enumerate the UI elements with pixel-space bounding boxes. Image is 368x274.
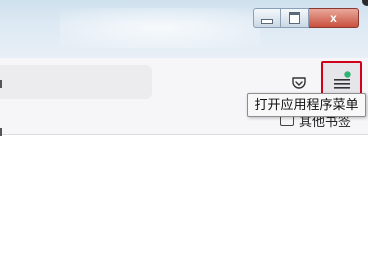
left-edge-mark: [0, 128, 2, 136]
maximize-icon: [289, 12, 300, 24]
pocket-icon: [292, 77, 306, 89]
minimize-button[interactable]: [253, 8, 281, 28]
page-content: [0, 135, 368, 274]
minimize-icon: [261, 18, 273, 24]
window-titlebar: x: [0, 0, 368, 58]
hamburger-menu-icon: [333, 71, 351, 89]
menu-button-tooltip: 打开应用程序菜单: [247, 93, 366, 117]
address-bar[interactable]: [0, 65, 152, 99]
left-edge-mark: [0, 80, 2, 88]
titlebar-glow: [60, 8, 260, 48]
update-badge-icon: [343, 71, 351, 78]
pocket-button[interactable]: [291, 75, 307, 91]
close-icon: x: [330, 11, 337, 25]
close-button[interactable]: x: [309, 8, 359, 28]
corner-decoration: [362, 0, 368, 6]
maximize-button[interactable]: [281, 8, 309, 28]
window-controls: x: [253, 8, 359, 28]
